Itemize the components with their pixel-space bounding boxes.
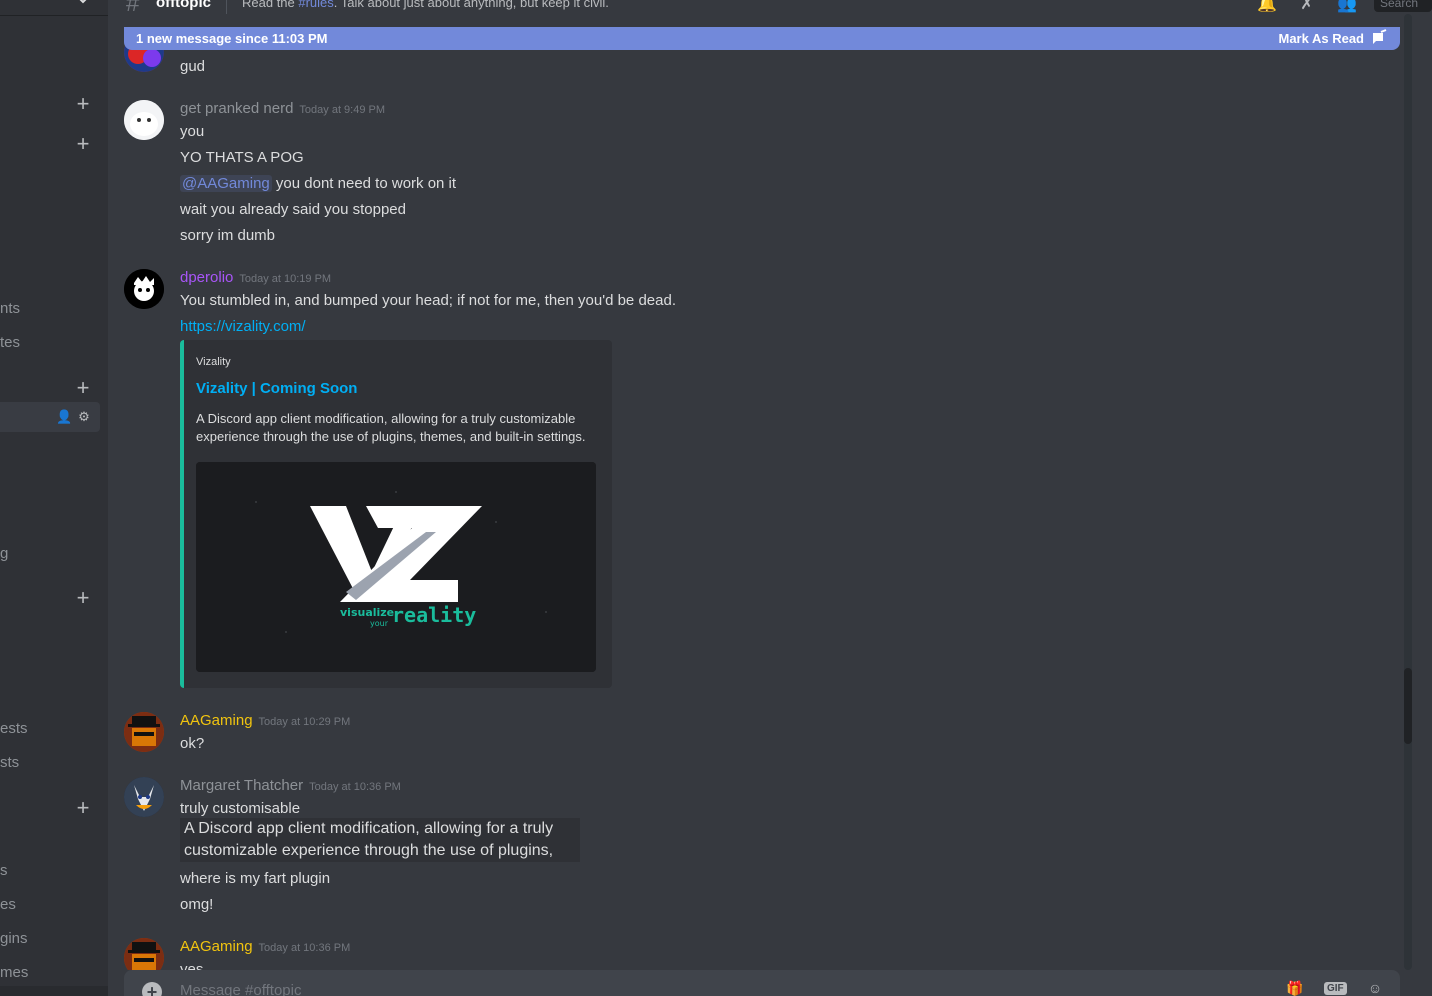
sidebar-item-label[interactable]: mes (0, 964, 28, 981)
sidebar-item-label[interactable]: es (0, 896, 16, 913)
message-text: ok? (180, 735, 205, 752)
message-composer[interactable]: + Message #offtopic 🎁 GIF ☺ (124, 970, 1400, 996)
message-text: truly customisable (180, 800, 301, 817)
channel-name: offtopic (156, 0, 211, 11)
gear-icon[interactable]: ⚙ (76, 409, 92, 425)
message-header: Margaret Thatcher Today at 10:36 PM (180, 777, 401, 794)
sidebar-item-label[interactable]: s (0, 862, 8, 879)
gift-icon[interactable]: 🎁 (1284, 980, 1306, 996)
embed-title[interactable]: Vizality | Coming Soon (196, 380, 357, 397)
scrollbar-track[interactable] (1404, 14, 1412, 970)
timestamp[interactable]: Today at 10:36 PM (259, 942, 351, 954)
logo-tag-big: reality (392, 603, 476, 627)
bell-icon[interactable]: 🔔 (1256, 0, 1278, 13)
timestamp[interactable]: Today at 10:36 PM (309, 781, 401, 793)
emoji-icon[interactable]: ☺ (1364, 980, 1386, 996)
channel-topic: Read the #rules. Talk about just about a… (242, 0, 609, 10)
username[interactable]: Margaret Thatcher (180, 777, 303, 794)
message-text: gud (180, 58, 206, 75)
sidebar-item-label[interactable]: tes (0, 334, 20, 351)
message-text: you (180, 123, 205, 140)
add-channel-icon[interactable]: + (74, 133, 92, 155)
message-input[interactable]: Message #offtopic (180, 982, 301, 996)
avatar[interactable] (124, 100, 164, 140)
add-channel-icon[interactable]: + (74, 93, 92, 115)
embed-description: A Discord app client modification, allow… (196, 411, 586, 444)
message-link[interactable]: https://vizality.com/ (180, 318, 306, 335)
embed-provider: Vizality (196, 356, 231, 368)
message-text: @AAGaming you dont need to work on it (180, 175, 457, 192)
highlighted-text: A Discord app client modification, allow… (180, 818, 580, 862)
new-messages-bar[interactable]: 1 new message since 11:03 PM Mark As Rea… (124, 27, 1400, 50)
embed-image[interactable]: visualize your reality (196, 462, 596, 672)
logo-tag-small: visualize (340, 606, 394, 619)
message-text: YO THATS A POG (180, 149, 304, 166)
message-text: omg! (180, 896, 214, 913)
add-attachment-icon[interactable]: + (142, 982, 162, 996)
scrollbar-thumb[interactable] (1404, 668, 1412, 744)
sidebar-item-label[interactable]: nts (0, 300, 20, 317)
user-panel (0, 986, 108, 996)
sidebar-item-label[interactable]: ests (0, 720, 28, 737)
new-messages-label[interactable]: 1 new message since 11:03 PM (136, 31, 328, 46)
message-header: get pranked nerd Today at 9:49 PM (180, 100, 385, 117)
logo-tag-your: your (370, 619, 389, 628)
search-input[interactable]: Search (1374, 0, 1432, 12)
username[interactable]: AAGaming (180, 938, 253, 955)
invite-icon[interactable]: 👤 (56, 409, 72, 425)
message-text: yes (180, 961, 204, 970)
timestamp[interactable]: Today at 9:49 PM (299, 104, 385, 116)
pin-icon[interactable]: ✗ (1296, 0, 1318, 13)
avatar[interactable] (124, 938, 164, 970)
mark-as-read-button[interactable]: Mark As Read (1279, 31, 1365, 46)
sidebar-item-label[interactable]: gins (0, 930, 28, 947)
avatar[interactable] (124, 269, 164, 309)
hash-icon: # (126, 0, 140, 14)
timestamp[interactable]: Today at 10:19 PM (239, 273, 331, 285)
sidebar-item-label[interactable]: g (0, 545, 8, 562)
divider (226, 0, 227, 14)
message-text: You stumbled in, and bumped your head; i… (180, 292, 676, 309)
link-embed: Vizality Vizality | Coming Soon A Discor… (180, 340, 612, 688)
message-header: dperolio Today at 10:19 PM (180, 269, 331, 286)
message-text: sorry im dumb (180, 227, 276, 244)
channel-sidebar: + + nts tes + 👤 ⚙ g + ests sts + s es gi… (0, 0, 108, 996)
channel-header: # offtopic Read the #rules. Talk about j… (108, 0, 1432, 14)
user-mention[interactable]: @AAGaming (180, 175, 272, 192)
timestamp[interactable]: Today at 10:29 PM (259, 716, 351, 728)
members-icon[interactable]: 👥 (1336, 0, 1358, 13)
message-header: AAGaming Today at 10:36 PM (180, 938, 350, 955)
sidebar-item-active[interactable]: 👤 ⚙ (0, 402, 100, 432)
gif-button[interactable]: GIF (1324, 982, 1347, 995)
username[interactable]: AAGaming (180, 712, 253, 729)
discord-app: + + nts tes + 👤 ⚙ g + ests sts + s es gi… (0, 0, 1432, 996)
chevron-down-icon[interactable] (74, 0, 92, 8)
rules-channel-link[interactable]: #rules (298, 0, 333, 10)
server-header[interactable] (0, 0, 108, 16)
message-text: where is my fart plugin (180, 870, 331, 887)
username[interactable]: dperolio (180, 269, 233, 286)
message-text: wait you already said you stopped (180, 201, 406, 218)
add-channel-icon[interactable]: + (74, 377, 92, 399)
message-list: gud get pranked nerd Today at 9:49 PM you… (108, 14, 1408, 970)
add-channel-icon[interactable]: + (74, 587, 92, 609)
message-header: AAGaming Today at 10:29 PM (180, 712, 350, 729)
add-channel-icon[interactable]: + (74, 797, 92, 819)
username[interactable]: get pranked nerd (180, 100, 293, 117)
sidebar-item-label[interactable]: sts (0, 754, 19, 771)
avatar[interactable] (124, 712, 164, 752)
mark-read-icon[interactable] (1370, 29, 1388, 47)
avatar[interactable] (124, 777, 164, 817)
